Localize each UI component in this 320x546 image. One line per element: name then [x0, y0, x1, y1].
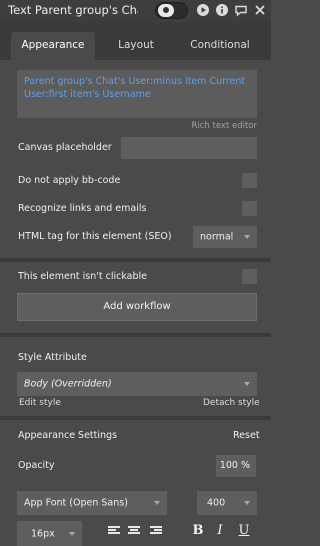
font-size-value: 16px — [31, 528, 55, 539]
opacity-value: 100 % — [219, 460, 250, 471]
section-divider — [0, 258, 271, 262]
opacity-label: Opacity — [18, 460, 55, 471]
align-center-icon[interactable] — [128, 526, 140, 537]
tab-conditional[interactable]: Conditional — [180, 32, 260, 60]
italic-button[interactable]: I — [212, 522, 228, 540]
editor-content[interactable]: Parent group's Chat's User:minus item Cu… — [24, 75, 254, 101]
align-left-icon[interactable] — [108, 526, 120, 537]
opacity-input[interactable]: 100 % — [216, 455, 256, 477]
font-family-value: App Font (Open Sans) — [24, 497, 128, 509]
detach-style-link[interactable]: Detach style — [203, 398, 260, 408]
no-bbcode-checkbox[interactable] — [242, 173, 257, 188]
html-tag-label: HTML tag for this element (SEO) — [18, 231, 172, 242]
canvas-placeholder-label: Canvas placeholder — [18, 142, 112, 153]
chevron-down-icon — [244, 501, 250, 505]
appearance-settings-label: Appearance Settings — [18, 430, 118, 441]
element-title: Text Parent group's Chat — [8, 3, 138, 17]
not-clickable-checkbox[interactable] — [242, 269, 257, 284]
chevron-down-icon — [244, 382, 250, 386]
rich-text-editor[interactable]: Parent group's Chat's User:minus item Cu… — [17, 70, 257, 118]
close-icon[interactable] — [253, 3, 267, 17]
style-select[interactable]: Body (Overridden) — [17, 372, 257, 396]
underline-button[interactable]: U — [236, 522, 252, 540]
font-weight-select[interactable]: 400 — [197, 491, 257, 515]
chevron-down-icon — [69, 531, 75, 536]
no-bbcode-label: Do not apply bb-code — [18, 175, 121, 186]
toggle-knob — [158, 4, 174, 17]
font-family-select[interactable]: App Font (Open Sans) — [17, 491, 167, 515]
tab-appearance[interactable]: Appearance — [11, 32, 95, 60]
font-weight-value: 400 — [207, 497, 226, 509]
font-size-select[interactable]: 16px — [17, 521, 82, 546]
bold-button[interactable]: B — [190, 522, 206, 540]
comment-icon[interactable] — [234, 3, 248, 17]
section-divider — [0, 333, 271, 337]
recognize-links-label: Recognize links and emails — [18, 203, 147, 214]
section-divider — [0, 416, 271, 420]
rich-text-editor-label: Rich text editor — [191, 121, 257, 131]
visibility-toggle[interactable] — [155, 2, 188, 19]
not-clickable-label: This element isn't clickable — [18, 271, 147, 282]
play-icon[interactable] — [196, 3, 210, 17]
html-tag-select[interactable]: normal — [193, 226, 257, 248]
chevron-down-icon — [154, 501, 160, 505]
chevron-down-icon — [244, 235, 250, 239]
style-value: Body (Overridden) — [24, 378, 112, 390]
title-bar: Text Parent group's Chat — [0, 0, 271, 22]
reset-link[interactable]: Reset — [233, 430, 260, 441]
style-attribute-label: Style Attribute — [18, 352, 87, 363]
html-tag-value: normal — [200, 231, 234, 243]
add-workflow-button[interactable]: Add workflow — [17, 293, 257, 321]
tab-layout[interactable]: Layout — [98, 32, 174, 60]
recognize-links-checkbox[interactable] — [242, 201, 257, 216]
canvas-placeholder-input[interactable] — [121, 137, 257, 159]
align-right-icon[interactable] — [150, 526, 162, 537]
edit-style-link[interactable]: Edit style — [19, 398, 61, 408]
info-icon[interactable] — [215, 3, 229, 17]
tab-bar: Appearance Layout Conditional — [0, 22, 271, 60]
